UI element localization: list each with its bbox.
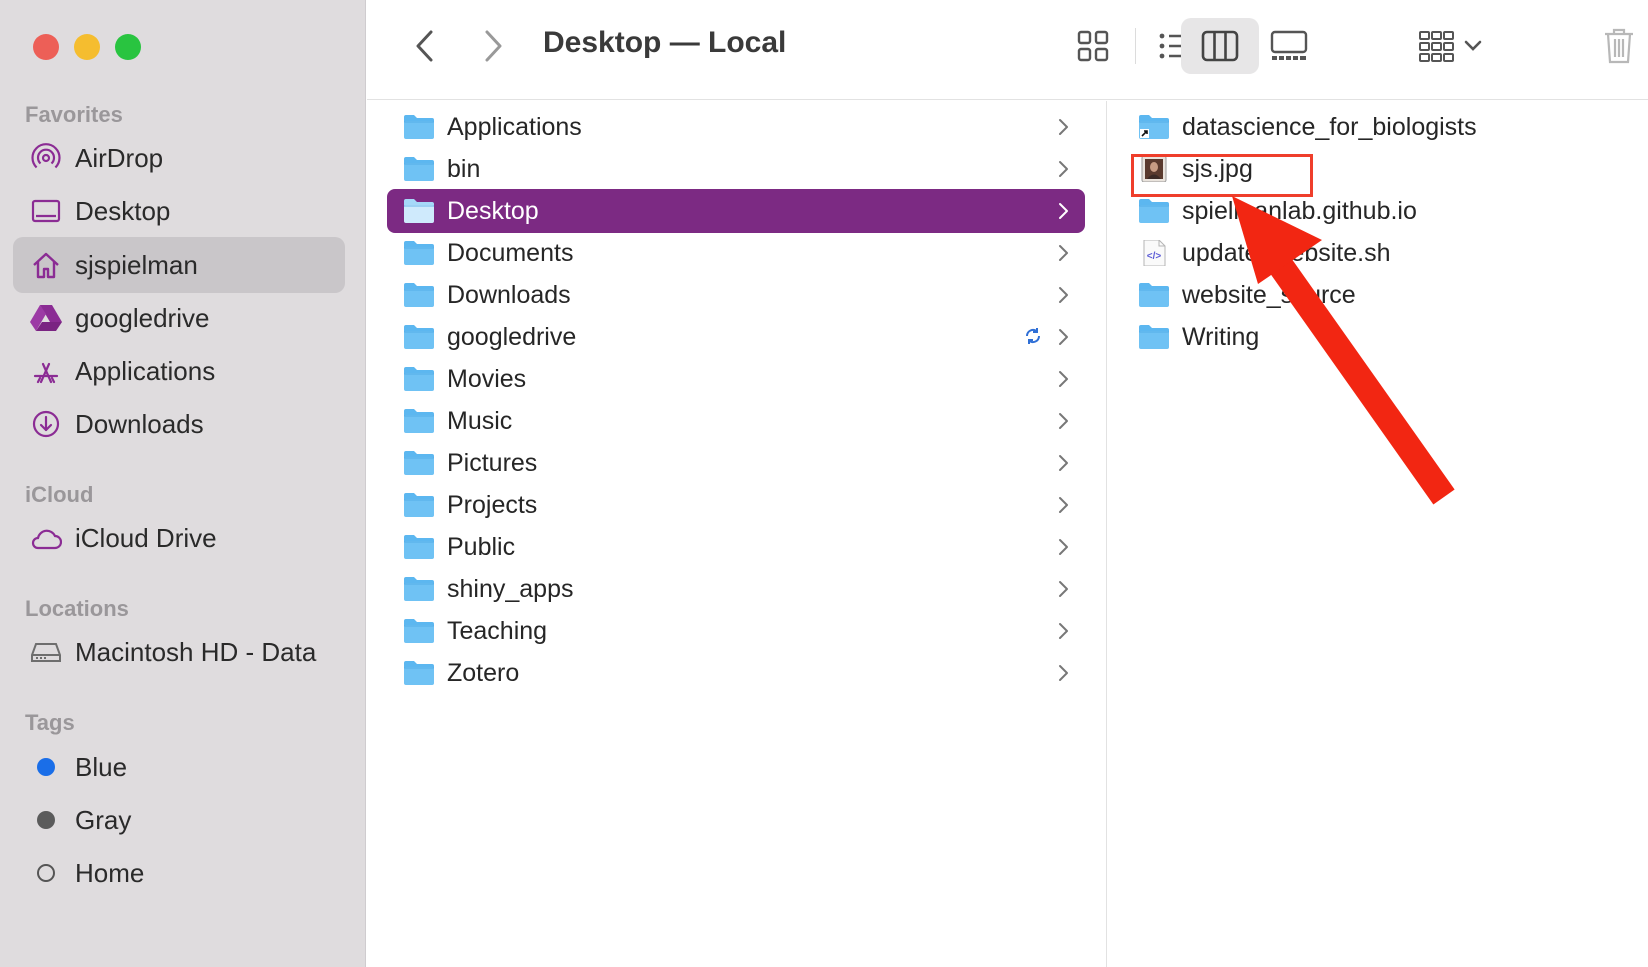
annotation-arrow-overlay <box>1232 196 1455 505</box>
red-arrow-icon <box>1232 196 1455 505</box>
